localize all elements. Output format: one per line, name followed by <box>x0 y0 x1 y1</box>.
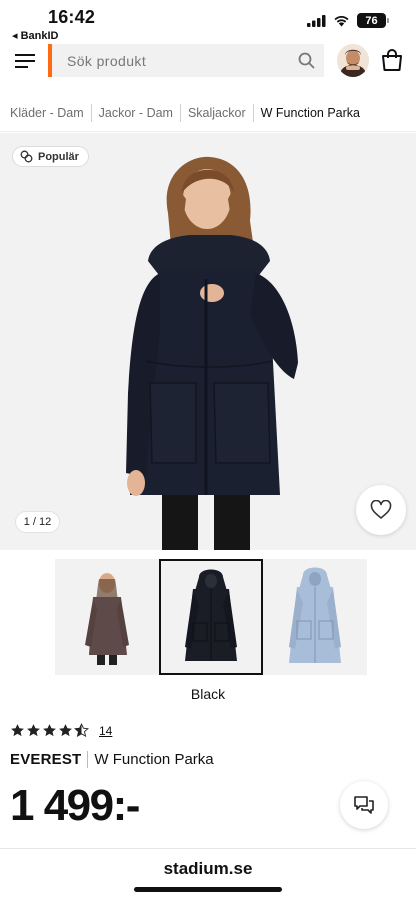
home-indicator[interactable] <box>134 887 282 892</box>
shopping-bag-icon <box>382 49 402 71</box>
product-rating[interactable]: 14 <box>10 723 112 738</box>
menu-button[interactable] <box>14 50 36 72</box>
product-image-gallery[interactable]: Populär 1 / 12 <box>0 133 416 550</box>
browser-address-bar: stadium.se <box>0 848 416 900</box>
search-input[interactable] <box>52 44 288 77</box>
thumbnail-image-black <box>185 569 237 661</box>
battery-indicator: 76 <box>357 13 389 28</box>
thumbnail-image-light-blue <box>289 567 341 663</box>
product-price: 1 499:- <box>10 781 140 830</box>
product-main-image <box>126 156 298 550</box>
search-icon <box>298 52 314 69</box>
image-counter: 1 / 12 <box>15 511 60 533</box>
thumbnail-image-brown <box>85 573 129 665</box>
breadcrumb-item-klader-dam[interactable]: Kläder - Dam <box>10 103 92 122</box>
favorite-button[interactable] <box>356 485 406 535</box>
hamburger-menu-icon <box>15 54 35 68</box>
chat-bubbles-icon <box>354 796 374 814</box>
color-variant-thumbnails <box>55 559 367 675</box>
star-full-icon <box>11 724 24 737</box>
color-thumbnail-light-blue[interactable] <box>263 559 367 675</box>
selected-color-label: Black <box>190 686 226 702</box>
breadcrumb: Kläder - Dam Jackor - Dam Skaljackor W F… <box>0 94 416 132</box>
star-full-icon <box>27 724 40 737</box>
popular-badge-icon <box>20 150 33 163</box>
breadcrumb-item-skaljackor[interactable]: Skaljackor <box>181 103 254 122</box>
star-half-icon <box>74 723 89 738</box>
signal-icon <box>307 14 326 27</box>
star-full-icon <box>59 724 72 737</box>
popular-badge-label: Populär <box>38 150 79 163</box>
status-icons: 76 <box>307 13 389 28</box>
heart-icon <box>370 500 392 519</box>
popular-badge: Populär <box>12 146 89 167</box>
status-time: 16:42 <box>48 7 96 27</box>
status-bar: 16:42 ◂ BankID 76 <box>0 0 416 44</box>
chat-button[interactable] <box>340 781 388 829</box>
cart-button[interactable] <box>381 48 403 72</box>
breadcrumb-item-current: W Function Parka <box>260 105 360 120</box>
search-button[interactable] <box>288 44 324 77</box>
browser-url[interactable]: stadium.se <box>0 859 416 879</box>
review-count-link[interactable]: 14 <box>99 724 112 738</box>
product-brand[interactable]: EVEREST <box>10 750 89 768</box>
color-thumbnail-brown[interactable] <box>55 559 159 675</box>
avatar-image <box>337 44 369 77</box>
product-title-row: EVEREST W Function Parka <box>10 749 214 769</box>
wifi-icon <box>334 16 349 27</box>
back-to-app-link[interactable]: ◂ BankID <box>12 29 58 42</box>
star-full-icon <box>43 724 56 737</box>
site-header <box>0 44 416 78</box>
search-bar <box>48 44 324 77</box>
color-thumbnail-black[interactable] <box>159 559 263 675</box>
breadcrumb-item-jackor-dam[interactable]: Jackor - Dam <box>92 103 181 122</box>
user-avatar[interactable] <box>337 44 369 77</box>
product-name: W Function Parka <box>94 750 214 768</box>
